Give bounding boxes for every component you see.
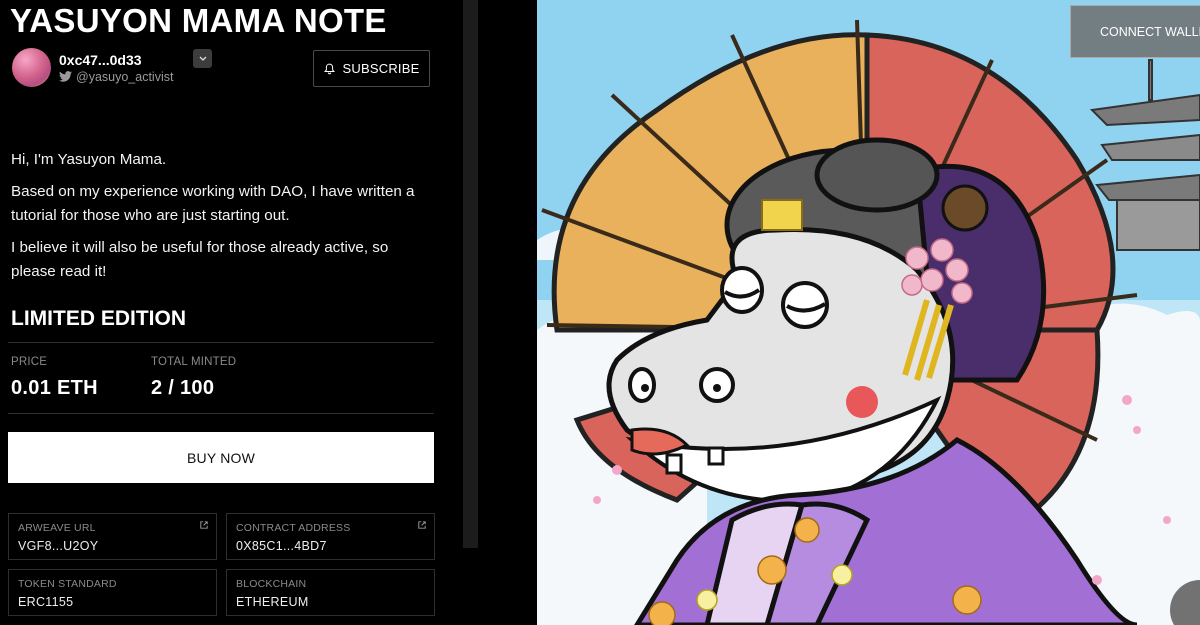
twitter-handle[interactable]: @yasuyo_activist [59,70,173,84]
minted-label: TOTAL MINTED [151,356,237,368]
minted-stat: TOTAL MINTED 2 / 100 [151,356,236,400]
creator-address[interactable]: 0xc47...0d33 [59,52,173,68]
arweave-card[interactable]: ARWEAVE URL VGF8...U2OY [8,513,217,560]
token-standard-value: ERC1155 [18,595,74,609]
contract-value: 0X85C1...4BD7 [236,539,327,553]
description: Hi, I'm Yasuyon Mama. Based on my experi… [11,148,431,292]
description-paragraph: Based on my experience working with DAO,… [11,183,415,224]
creator-dropdown[interactable] [193,49,212,68]
subscribe-button[interactable]: SUBSCRIBE [313,50,430,87]
price-value: 0.01 ETH [11,377,98,399]
blockchain-card: BLOCKCHAIN ETHEREUM [226,569,435,616]
scrollbar[interactable] [463,0,478,548]
divider [8,342,434,343]
nft-artwork [537,0,1200,625]
twitter-icon [59,71,72,82]
token-standard-card: TOKEN STANDARD ERC1155 [8,569,217,616]
left-panel: YASUYON MAMA NOTE 0xc47...0d33 @yasuyo_a… [0,0,445,625]
description-paragraph: I believe it will also be useful for tho… [11,239,389,280]
arweave-label: ARWEAVE URL [18,522,96,534]
blockchain-value: ETHEREUM [236,595,309,609]
price-stat: PRICE 0.01 ETH [11,356,98,400]
token-standard-label: TOKEN STANDARD [18,578,117,590]
bell-icon [323,63,335,74]
contract-card[interactable]: CONTRACT ADDRESS 0X85C1...4BD7 [226,513,435,560]
subscribe-label: SUBSCRIBE [342,61,420,76]
contract-label: CONTRACT ADDRESS [236,522,351,534]
connect-wallet-button[interactable]: CONNECT WALLET [1070,5,1200,58]
chevron-down-icon [199,56,206,61]
blockchain-label: BLOCKCHAIN [236,578,307,590]
divider [8,413,434,414]
creator-info[interactable]: 0xc47...0d33 @yasuyo_activist [12,48,173,87]
arweave-value: VGF8...U2OY [18,539,99,553]
page-title: YASUYON MAMA NOTE [10,2,387,39]
minted-value: 2 / 100 [151,377,215,399]
edition-title: LIMITED EDITION [11,307,186,330]
external-link-icon[interactable] [200,521,208,529]
avatar[interactable] [12,48,51,87]
external-link-icon[interactable] [418,521,426,529]
twitter-handle-text: @yasuyo_activist [76,69,174,84]
price-label: PRICE [11,356,48,368]
buy-now-button[interactable]: BUY NOW [8,432,434,483]
description-paragraph: Hi, I'm Yasuyon Mama. [11,151,167,168]
